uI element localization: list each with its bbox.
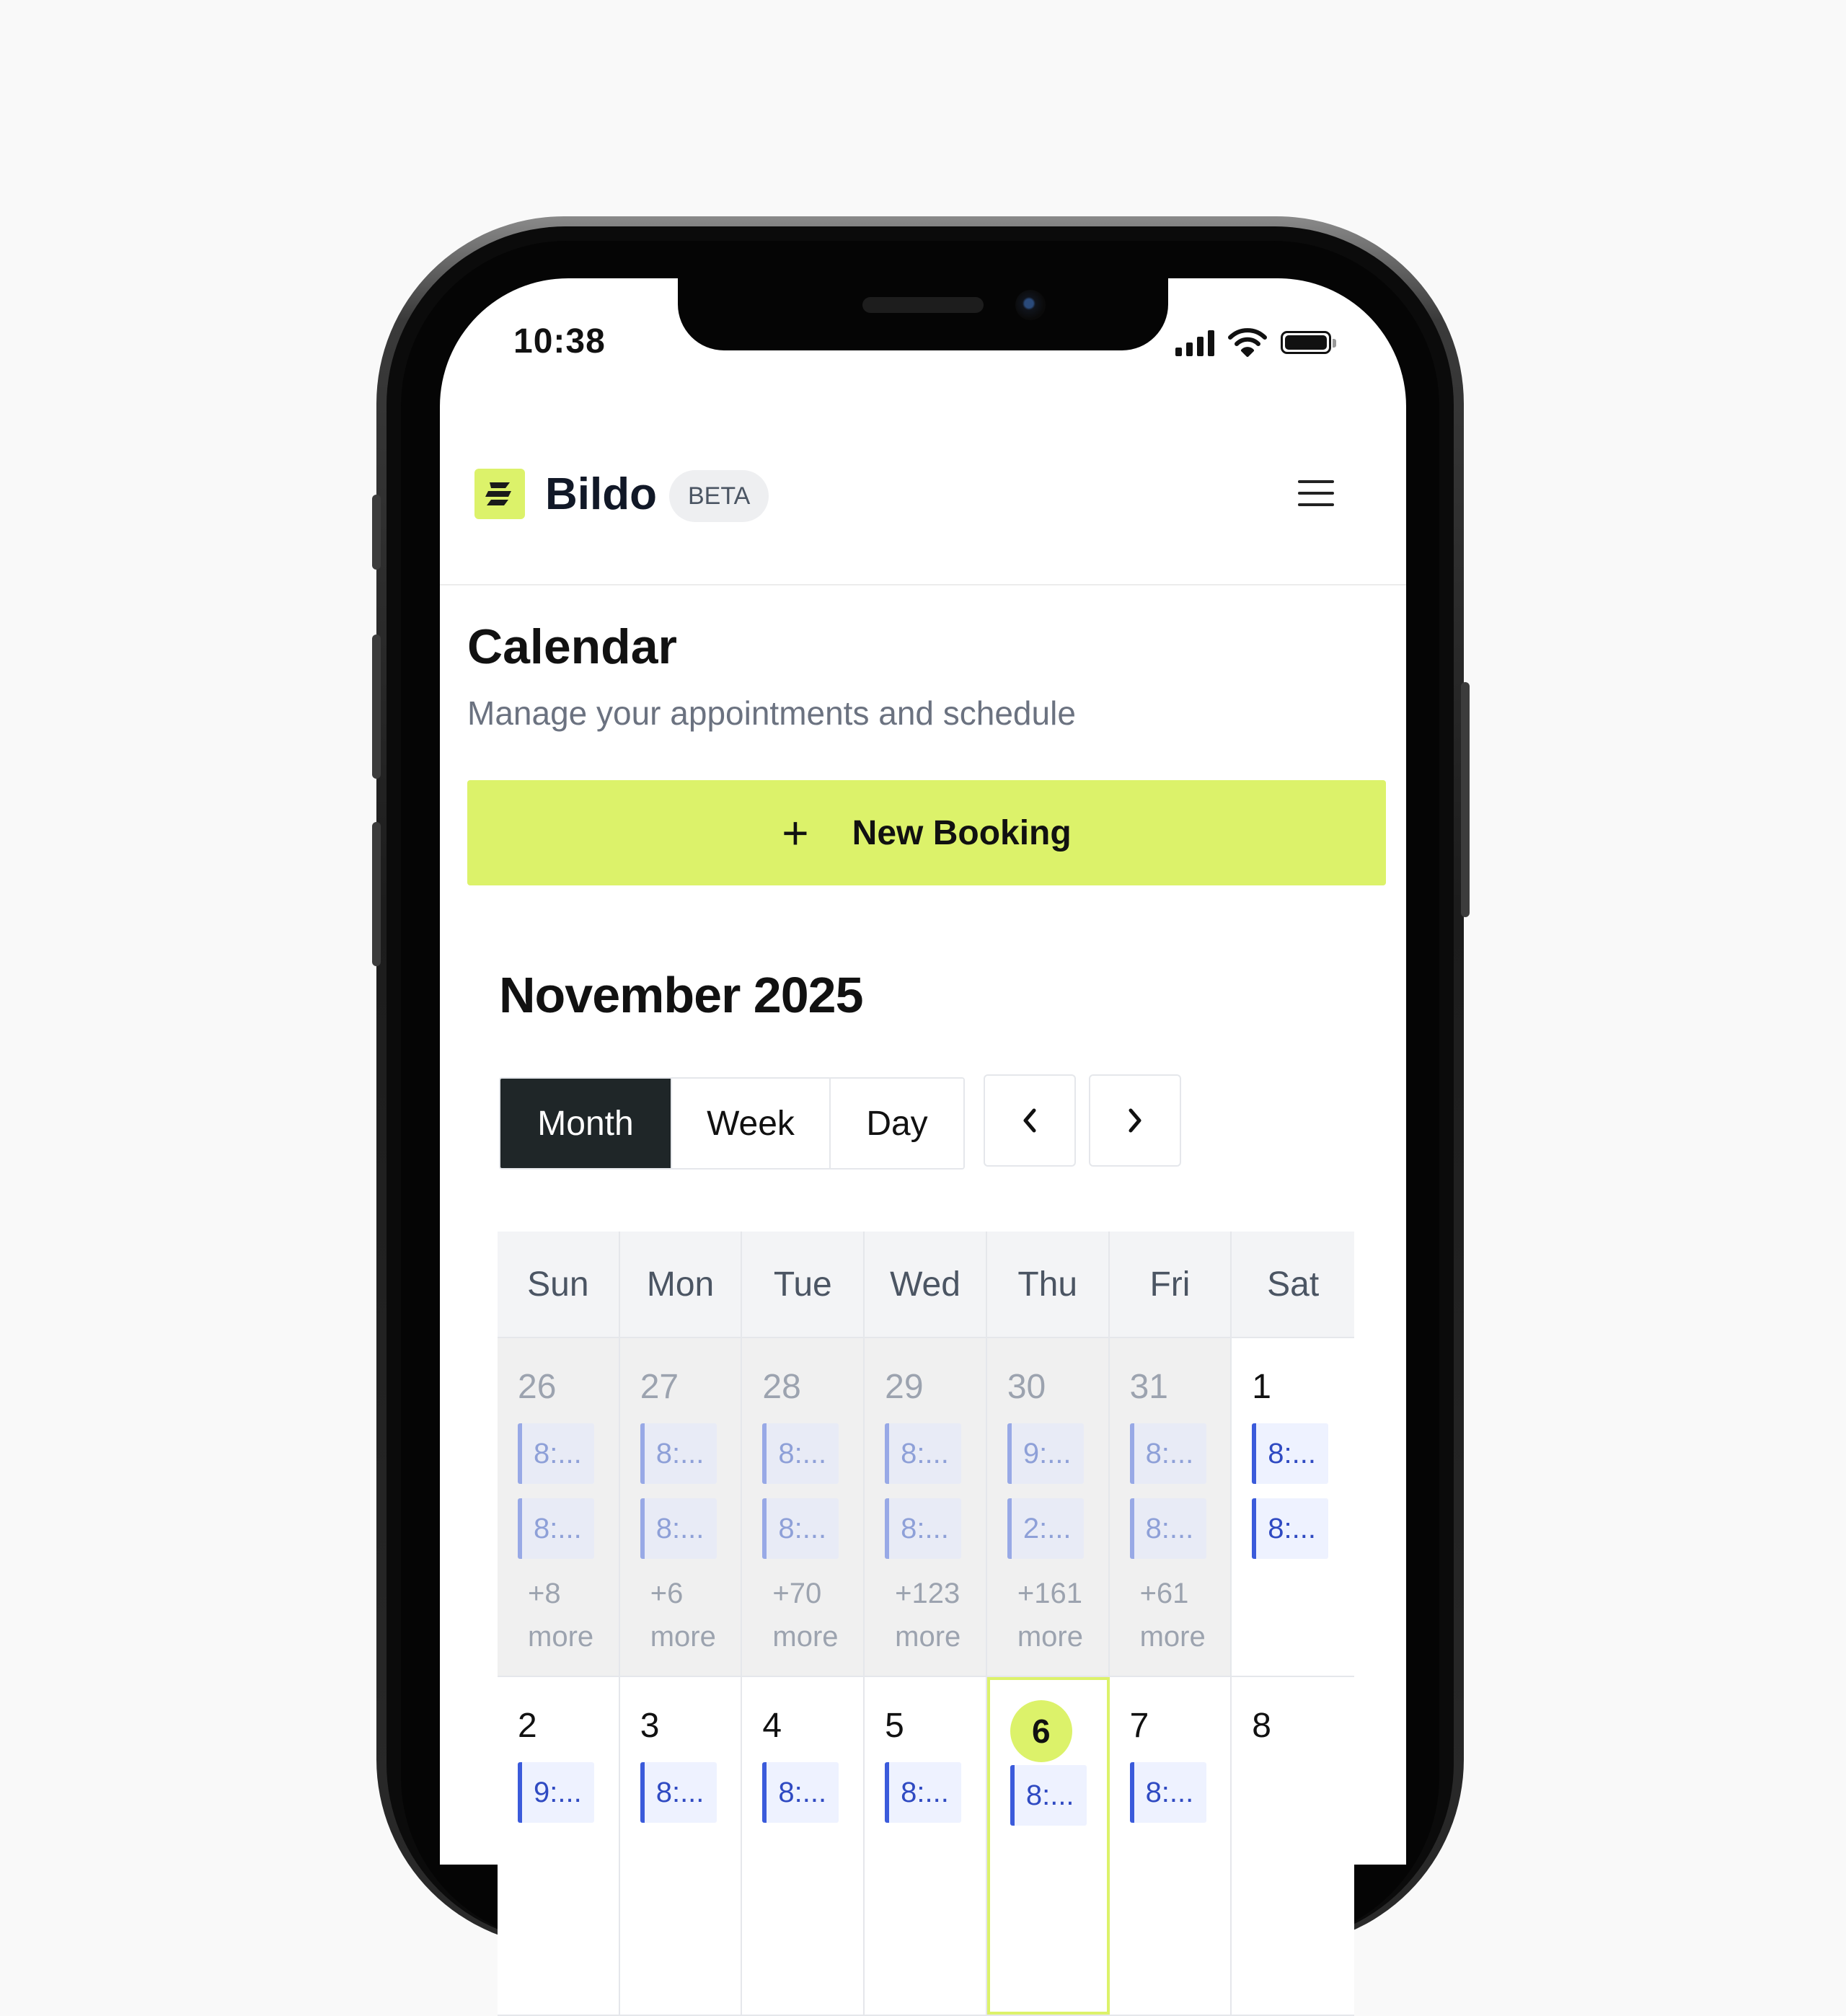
day-number: 4 (762, 1707, 782, 1745)
event-chip[interactable]: 8:... (1129, 1498, 1206, 1559)
new-booking-label: New Booking (852, 813, 1072, 852)
day-cell[interactable]: 26 8:... 8:... +8 more (498, 1338, 620, 1676)
day-cell[interactable]: 28 8:... 8:... +70 more (742, 1338, 865, 1676)
day-cell[interactable]: 30 9:... 2:... +161 more (986, 1338, 1110, 1676)
brand-name[interactable]: Bildo (545, 469, 657, 520)
tab-day[interactable]: Day (831, 1079, 963, 1168)
event-chip[interactable]: 8:... (640, 1423, 717, 1484)
event-chip[interactable]: 8:... (762, 1423, 839, 1484)
bildo-logo-icon[interactable] (474, 469, 525, 519)
notch (678, 278, 1168, 350)
plus-icon: + (782, 807, 809, 859)
day-cell[interactable]: 2 9:... (498, 1677, 620, 2015)
day-cell[interactable]: 6 8:... (986, 1677, 1110, 2015)
hamburger-icon[interactable] (1298, 480, 1334, 509)
event-chip[interactable]: 8:... (640, 1762, 717, 1823)
next-month-button[interactable] (1089, 1074, 1181, 1167)
volume-up-button (372, 635, 381, 779)
day-number: 26 (518, 1368, 557, 1406)
more-events-link[interactable]: +8 more (518, 1572, 619, 1658)
calendar-weeks: 26 8:... 8:... +8 more 27 8:... 8:... +6 more 28… (498, 1338, 1354, 2016)
day-number: 8 (1252, 1707, 1271, 1745)
weekday-sat: Sat (1267, 1265, 1320, 1304)
wifi-icon (1228, 328, 1267, 357)
day-number: 7 (1129, 1707, 1149, 1745)
event-chip[interactable]: 8:... (640, 1498, 717, 1559)
power-button (1461, 682, 1470, 917)
day-cell[interactable]: 31 8:... 8:... +61 more (1109, 1338, 1232, 1676)
volume-down-button (372, 822, 381, 966)
event-chip[interactable]: 2:... (1007, 1498, 1084, 1559)
day-number: 31 (1129, 1368, 1168, 1406)
day-cell[interactable]: 5 8:... (865, 1677, 987, 2015)
weekday-header: Sun Mon Tue Wed Thu Fri Sat (498, 1232, 1354, 1338)
weekday-sun: Sun (498, 1232, 620, 1337)
event-chip[interactable]: 8:... (885, 1498, 962, 1559)
cellular-signal-icon (1175, 329, 1214, 356)
event-chip[interactable]: 9:... (518, 1762, 594, 1823)
new-booking-button[interactable]: + New Booking (467, 780, 1386, 885)
battery-icon (1281, 331, 1336, 354)
event-chip[interactable]: 8:... (885, 1762, 962, 1823)
event-chip[interactable]: 9:... (1007, 1423, 1084, 1484)
status-time: 10:38 (513, 322, 606, 361)
day-cell[interactable]: 29 8:... 8:... +123 more (865, 1338, 987, 1676)
event-chip[interactable]: 8:... (1252, 1498, 1329, 1559)
day-number: 6 (1010, 1700, 1107, 1762)
page-subtitle: Manage your appointments and schedule (467, 694, 1076, 732)
day-number: 29 (885, 1368, 924, 1406)
app-header: Bildo BETA (440, 411, 1406, 585)
event-chip[interactable]: 8:... (885, 1423, 962, 1484)
day-number: 28 (762, 1368, 801, 1406)
day-cell[interactable]: 7 8:... (1109, 1677, 1232, 2015)
day-number: 5 (885, 1707, 904, 1745)
more-events-link[interactable]: +123 more (885, 1572, 986, 1658)
tab-month[interactable]: Month (500, 1079, 672, 1168)
month-label: November 2025 (499, 967, 864, 1023)
today-indicator: 6 (1010, 1700, 1072, 1762)
weekday-fri: Fri (1110, 1232, 1232, 1337)
event-chip[interactable]: 8:... (518, 1423, 594, 1484)
event-chip[interactable]: 8:... (1129, 1423, 1206, 1484)
event-chip[interactable]: 8:... (1252, 1423, 1329, 1484)
day-number: 3 (640, 1707, 660, 1745)
more-events-link[interactable]: +6 more (640, 1572, 741, 1658)
day-number: 27 (640, 1368, 679, 1406)
speaker (862, 297, 984, 313)
chevron-right-icon (1129, 1108, 1141, 1133)
day-cell[interactable]: 8 (1232, 1677, 1354, 2015)
page-title: Calendar (467, 619, 677, 674)
event-chip[interactable]: 8:... (1010, 1765, 1087, 1826)
day-number: 30 (1007, 1368, 1046, 1406)
day-cell[interactable]: 27 8:... 8:... +6 more (619, 1338, 743, 1676)
day-cell[interactable]: 3 8:... (619, 1677, 743, 2015)
front-camera (1015, 290, 1046, 320)
weekday-tue: Tue (742, 1232, 865, 1337)
more-events-link[interactable]: +161 more (1007, 1572, 1108, 1658)
day-number: 1 (1252, 1368, 1271, 1406)
event-chip[interactable]: 8:... (762, 1762, 839, 1823)
event-chip[interactable]: 8:... (762, 1498, 839, 1559)
day-cell[interactable]: 1 8:... 8:... (1232, 1338, 1354, 1676)
mute-switch (372, 495, 381, 570)
event-chip[interactable]: 8:... (518, 1498, 594, 1559)
more-events-link[interactable]: +61 more (1130, 1572, 1231, 1658)
weekday-thu: Thu (987, 1232, 1110, 1337)
prev-month-button[interactable] (984, 1074, 1076, 1167)
beta-badge: BETA (669, 470, 769, 522)
event-chip[interactable]: 8:... (1129, 1762, 1206, 1823)
weekday-mon: Mon (620, 1232, 743, 1337)
month-calendar-grid: Sun Mon Tue Wed Thu Fri Sat 26 8:... 8:...… (498, 1232, 1354, 2016)
status-icons (1175, 326, 1336, 359)
day-cell[interactable]: 4 8:... (742, 1677, 865, 2015)
weekday-wed: Wed (865, 1232, 987, 1337)
tab-week[interactable]: Week (672, 1079, 831, 1168)
day-number: 2 (518, 1707, 537, 1745)
calendar-week-row: 26 8:... 8:... +8 more 27 8:... 8:... +6 more 28… (498, 1338, 1354, 1677)
view-switcher: Month Week Day (499, 1077, 965, 1170)
chevron-left-icon (1023, 1108, 1036, 1133)
calendar-week-row: 2 9:... 3 8:... 4 8:... 5 8:... 6 8:... 7 8:... 8 (498, 1677, 1354, 2016)
more-events-link[interactable]: +70 more (762, 1572, 863, 1658)
